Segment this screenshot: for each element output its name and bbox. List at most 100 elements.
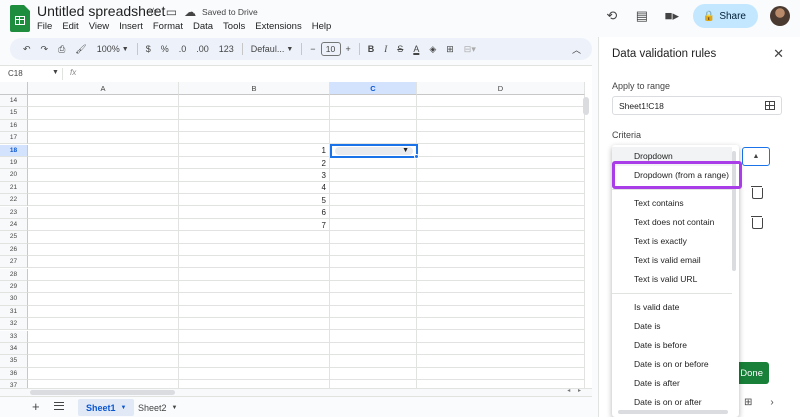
menu-item[interactable]: Date is before [612,336,732,355]
all-sheets-icon[interactable] [54,402,64,410]
row-header[interactable]: 32 [0,318,28,331]
table-row[interactable] [28,231,585,244]
table-row[interactable] [28,355,585,368]
table-row[interactable] [28,256,585,269]
close-icon[interactable]: ✕ [773,46,784,62]
row-header[interactable]: 31 [0,305,28,319]
move-folder-icon[interactable]: ▭ [166,5,177,19]
table-row[interactable] [28,269,585,281]
collapse-toolbar-icon[interactable]: ︿ [567,38,586,60]
star-icon[interactable]: ☆ [148,5,159,19]
menu-item[interactable]: Help [312,21,332,32]
menu-item[interactable]: Text does not contain [612,213,732,232]
column-header[interactable]: C [330,82,417,95]
share-button[interactable]: 🔒 Share [692,4,758,28]
undo-icon[interactable]: ↶ [18,38,36,60]
select-range-icon[interactable] [765,101,775,110]
table-row[interactable] [28,120,585,133]
table-row[interactable] [28,343,585,356]
print-icon[interactable]: ⎙ [53,38,70,60]
delete-icon[interactable] [751,215,763,229]
strikethrough-icon[interactable]: S [392,38,408,60]
percent-button[interactable]: % [156,38,174,60]
paint-format-icon[interactable]: 🖌 [70,38,91,60]
row-header[interactable]: 34 [0,343,28,356]
row-header[interactable]: 21 [0,181,28,195]
row-header[interactable]: 36 [0,367,28,381]
table-row[interactable] [28,132,585,145]
row-header[interactable]: 24 [0,219,28,232]
redo-icon[interactable]: ↷ [36,38,54,60]
menu-item[interactable]: Date is on or before [612,355,732,374]
row-header[interactable]: 28 [0,268,28,281]
font-size-input[interactable]: 10 [320,42,341,56]
table-row[interactable] [28,306,585,319]
menu-item[interactable]: Data [193,21,213,32]
fill-color-icon[interactable]: ◈ [424,38,441,60]
cell-value[interactable]: 4 [286,183,326,192]
font-size-increase-button[interactable]: + [341,38,356,60]
font-size-decrease-button[interactable]: − [305,38,320,60]
column-header[interactable]: B [179,82,330,95]
cell-value[interactable]: 5 [286,196,326,205]
add-icon[interactable]: ⊞ [744,397,752,408]
document-title[interactable]: Untitled spreadsheet [37,3,165,19]
row-header[interactable]: 33 [0,330,28,343]
column-header[interactable]: D [417,82,585,95]
menu-item[interactable]: Format [153,21,183,32]
scroll-arrows-icon[interactable]: ◂ ▸ [567,387,584,394]
column-header[interactable]: A [28,82,179,95]
table-row[interactable] [28,281,585,294]
row-header[interactable]: 29 [0,281,28,294]
decrease-decimal-button[interactable]: .0 [174,38,192,60]
vertical-scrollbar[interactable] [583,97,589,115]
text-color-icon[interactable]: A [408,38,424,60]
menu-item[interactable]: File [37,21,52,32]
zoom-select[interactable]: 100% ▼ [92,38,134,60]
row-header[interactable]: 26 [0,243,28,257]
sheet-tab[interactable]: Sheet2 ▼ [130,399,185,416]
table-row[interactable] [28,293,585,306]
selected-cell[interactable]: ▼ [330,143,419,159]
table-row[interactable] [28,318,585,331]
menu-item[interactable]: Date is [612,317,732,336]
range-input[interactable]: Sheet1!C18 [612,96,782,115]
row-header[interactable]: 30 [0,293,28,306]
table-row[interactable] [28,331,585,343]
table-row[interactable] [28,380,585,388]
fill-handle[interactable] [414,153,419,159]
row-header[interactable]: 22 [0,194,28,207]
name-box[interactable]: C18 [8,69,23,78]
menu-item[interactable]: Is valid date [612,298,732,317]
row-header[interactable]: 17 [0,132,28,145]
avatar[interactable] [770,6,790,26]
menu-item[interactable]: Tools [223,21,245,32]
borders-icon[interactable]: ⊞ [441,38,459,60]
table-row[interactable] [28,244,585,257]
cell-value[interactable]: 3 [286,171,326,180]
row-header[interactable]: 16 [0,119,28,133]
row-header[interactable]: 19 [0,157,28,170]
row-header[interactable]: 37 [0,380,28,388]
scrollbar-thumb[interactable] [30,390,175,395]
row-header[interactable]: 18 [0,144,28,157]
row-header[interactable]: 27 [0,256,28,269]
comments-icon[interactable]: ▤ [633,7,651,25]
table-row[interactable] [28,368,585,381]
italic-button[interactable]: I [379,38,392,60]
menu-item[interactable]: Date is after [612,374,732,393]
row-header[interactable]: 20 [0,169,28,182]
row-header[interactable]: 35 [0,355,28,368]
table-row[interactable] [28,107,585,120]
sheet-tab-active[interactable]: Sheet1 ▼ [78,399,135,416]
chevron-down-icon[interactable]: ▼ [52,69,59,76]
number-format-button[interactable]: 123 [214,38,239,60]
table-row[interactable] [28,95,585,108]
menu-item[interactable]: View [89,21,109,32]
menu-item[interactable]: Date is on or after [612,393,732,412]
font-select[interactable]: Defaul... ▼ [246,38,298,60]
menu-item[interactable]: Text is valid URL [612,270,732,289]
horizontal-scrollbar[interactable]: ◂ ▸ [0,388,592,396]
merge-cells-icon[interactable]: ⊟▾ [459,38,481,60]
criteria-dropdown-toggle[interactable]: ▲ [742,147,770,166]
